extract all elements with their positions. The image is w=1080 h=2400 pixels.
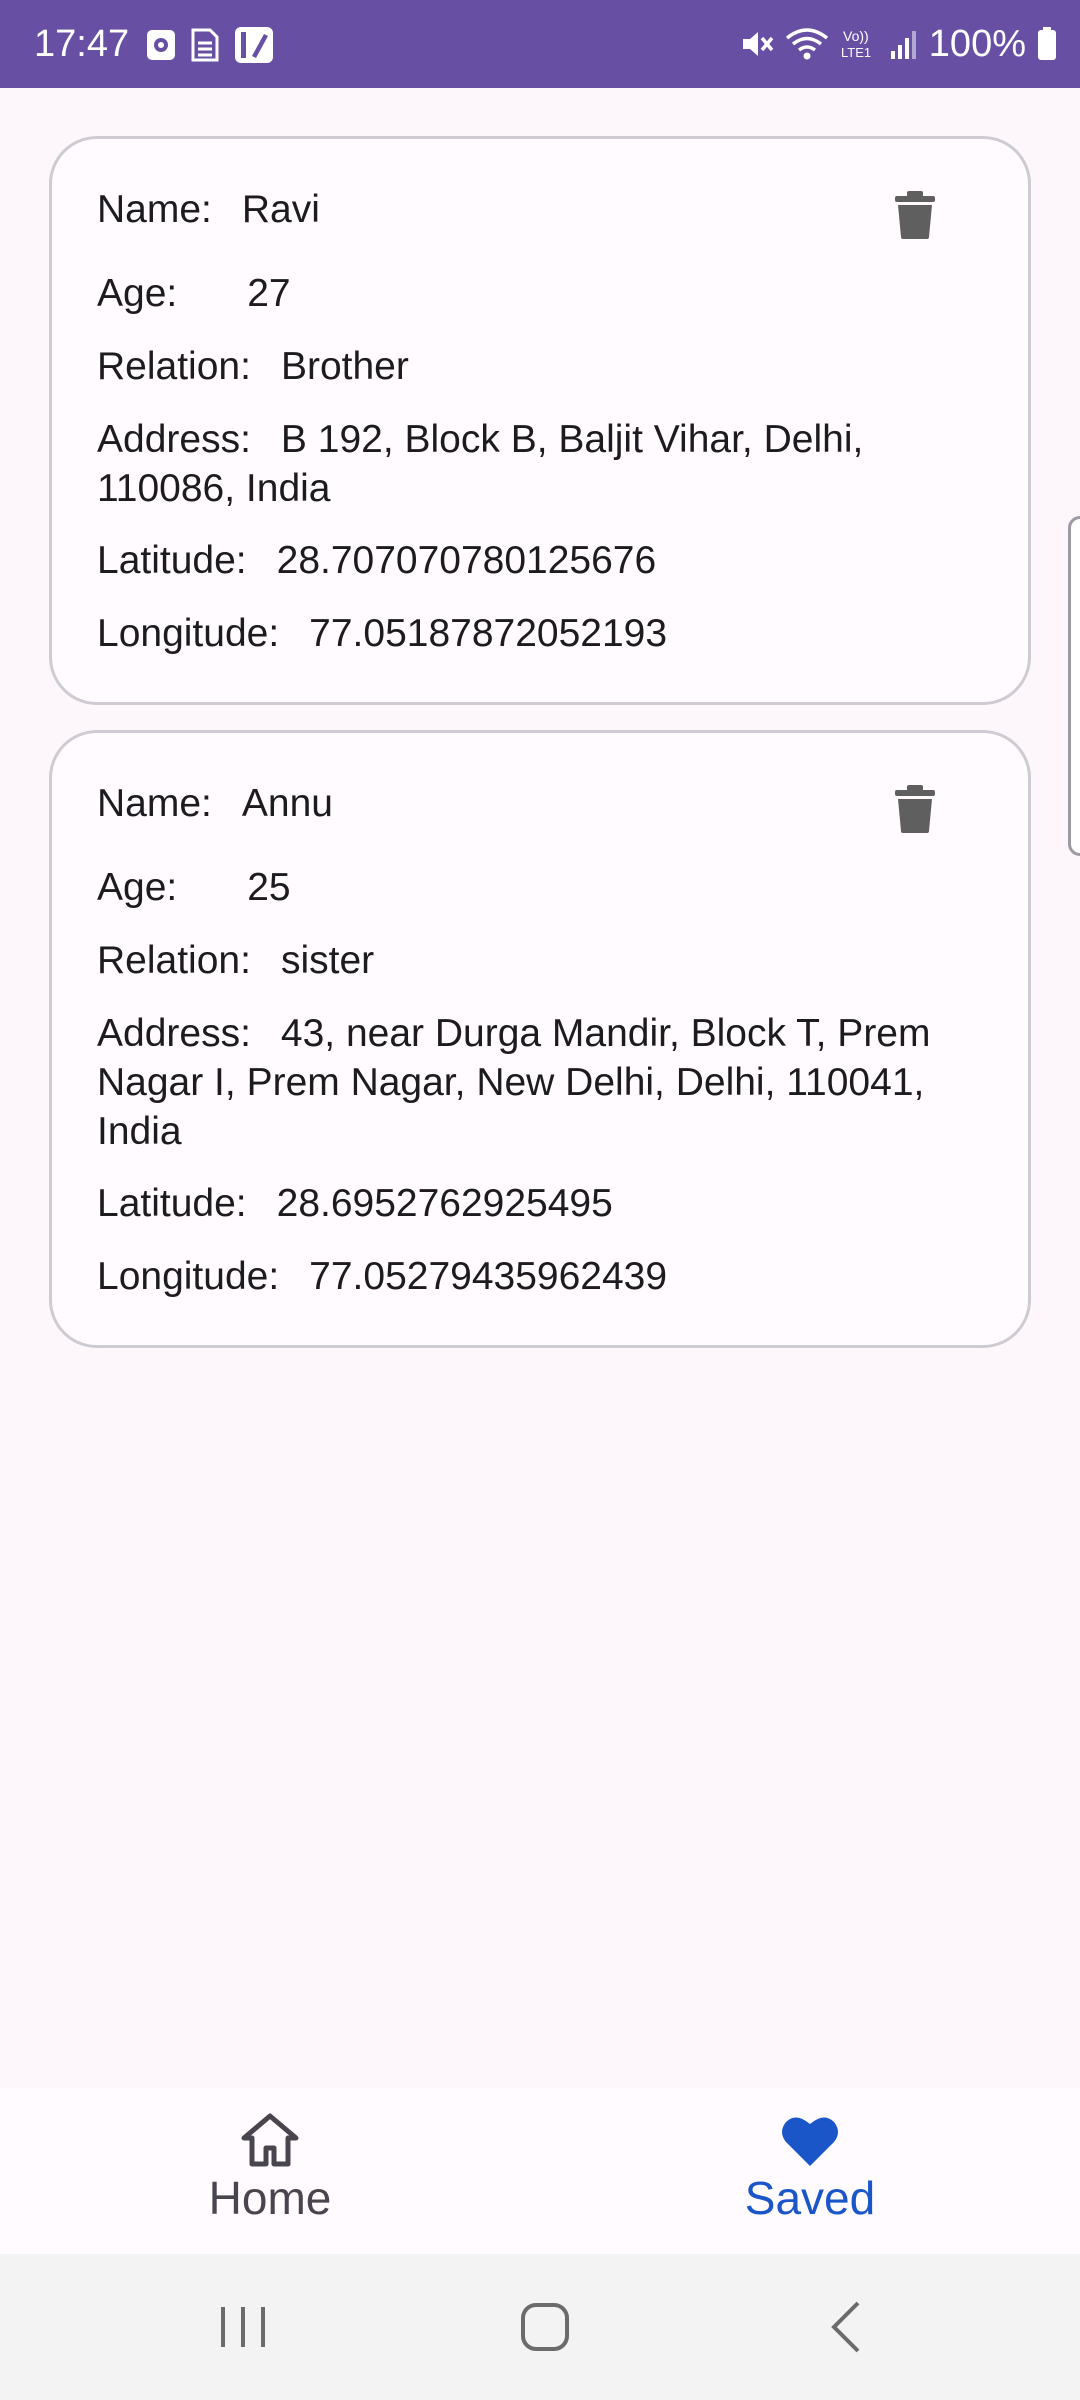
age-row: Age: 27 bbox=[97, 269, 291, 318]
name-label: Name: bbox=[97, 188, 212, 231]
name-row: Name: Ravi bbox=[97, 185, 320, 234]
document-icon bbox=[191, 28, 219, 62]
nav-home-label: Home bbox=[208, 2172, 332, 2224]
mute-icon bbox=[742, 32, 774, 56]
relation-row: Relation: Brother bbox=[97, 342, 409, 391]
longitude-row: Longitude: 77.05279435962439 bbox=[97, 1252, 667, 1301]
trash-icon[interactable] bbox=[895, 785, 935, 833]
address-line: 110086, India bbox=[97, 467, 331, 510]
system-navigation-bar bbox=[0, 2254, 1080, 2400]
back-button[interactable] bbox=[818, 2297, 878, 2357]
clock-notification-icon bbox=[147, 30, 175, 60]
svg-text:LTE1: LTE1 bbox=[841, 45, 871, 60]
address-row: Address: 43, near Durga Mandir, Block T, … bbox=[97, 1009, 997, 1156]
longitude-value: 77.05187872052193 bbox=[309, 612, 668, 655]
longitude-value: 77.05279435962439 bbox=[309, 1255, 668, 1298]
latitude-label: Latitude: bbox=[97, 1182, 247, 1225]
home-icon bbox=[241, 2113, 299, 2167]
age-row: Age: 25 bbox=[97, 863, 291, 912]
age-value: 25 bbox=[247, 866, 291, 909]
address-line: B 192, Block B, Baljit Vihar, Delhi, bbox=[280, 418, 864, 461]
address-line: Nagar I, Prem Nagar, New Delhi, Delhi, 1… bbox=[97, 1061, 925, 1104]
bottom-navigation: Home Saved bbox=[0, 2088, 1080, 2254]
latitude-value: 28.6952762925495 bbox=[276, 1182, 613, 1225]
address-line: 43, near Durga Mandir, Block T, Prem bbox=[280, 1012, 931, 1055]
longitude-label: Longitude: bbox=[97, 1255, 280, 1298]
age-label: Age: bbox=[97, 866, 178, 909]
status-bar: 17:47 Vo)) LTE1 100% bbox=[0, 0, 1080, 88]
contact-card: Name: Annu Age: 25 Relation: sister Address… bbox=[49, 730, 1031, 1348]
nav-saved-label: Saved bbox=[744, 2172, 876, 2224]
address-line: India bbox=[97, 1110, 182, 1153]
note-icon bbox=[235, 27, 273, 63]
age-value: 27 bbox=[247, 272, 291, 315]
relation-value: sister bbox=[280, 939, 375, 982]
status-right-icons: Vo)) LTE1 100% bbox=[739, 0, 1058, 88]
longitude-label: Longitude: bbox=[97, 612, 280, 655]
address-label: Address: bbox=[97, 1012, 251, 1055]
status-time: 17:47 bbox=[34, 23, 130, 65]
home-button[interactable] bbox=[515, 2297, 575, 2357]
recents-button[interactable] bbox=[213, 2297, 273, 2357]
nav-home[interactable]: Home bbox=[0, 2088, 540, 2254]
latitude-row: Latitude: 28.6952762925495 bbox=[97, 1179, 613, 1228]
nav-saved[interactable]: Saved bbox=[540, 2088, 1080, 2254]
battery-icon bbox=[1038, 27, 1056, 60]
status-left-icons bbox=[146, 26, 274, 64]
relation-value: Brother bbox=[280, 345, 409, 388]
name-value: Ravi bbox=[241, 188, 320, 231]
heart-icon bbox=[782, 2117, 838, 2166]
volte-icon: Vo)) LTE1 bbox=[841, 28, 871, 60]
relation-row: Relation: sister bbox=[97, 936, 374, 985]
longitude-row: Longitude: 77.05187872052193 bbox=[97, 609, 667, 658]
trash-icon[interactable] bbox=[895, 191, 935, 239]
svg-text:Vo)): Vo)) bbox=[843, 28, 869, 44]
relation-label: Relation: bbox=[97, 939, 251, 982]
address-label: Address: bbox=[97, 418, 251, 461]
latitude-value: 28.707070780125676 bbox=[276, 539, 657, 582]
name-label: Name: bbox=[97, 782, 212, 825]
latitude-row: Latitude: 28.707070780125676 bbox=[97, 536, 656, 585]
relation-label: Relation: bbox=[97, 345, 251, 388]
edge-panel-handle[interactable] bbox=[1068, 516, 1080, 856]
name-row: Name: Annu bbox=[97, 779, 333, 828]
name-value: Annu bbox=[241, 782, 333, 825]
signal-icon bbox=[890, 31, 916, 59]
address-row: Address: B 192, Block B, Baljit Vihar, De… bbox=[97, 415, 997, 513]
wifi-icon bbox=[785, 28, 828, 60]
contact-card: Name: Ravi Age: 27 Relation: Brother Addres… bbox=[49, 136, 1031, 705]
age-label: Age: bbox=[97, 272, 178, 315]
latitude-label: Latitude: bbox=[97, 539, 247, 582]
battery-percent: 100% bbox=[928, 22, 1026, 65]
